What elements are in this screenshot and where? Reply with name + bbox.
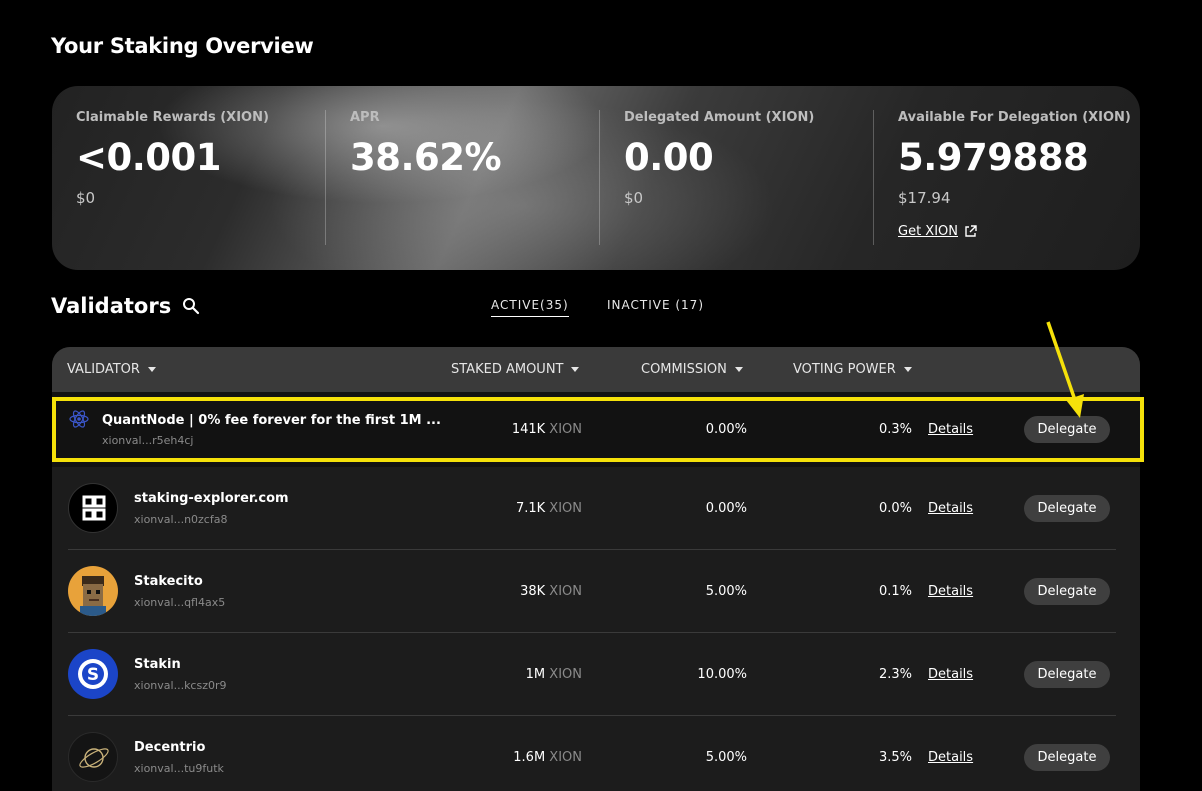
stat-value: 38.62% bbox=[350, 136, 502, 179]
sort-caret-icon bbox=[571, 367, 580, 372]
staked-amount: 1.6M XION bbox=[513, 750, 582, 765]
stat-label: APR bbox=[350, 110, 380, 125]
tab-inactive[interactable]: INACTIVE (17) bbox=[607, 298, 704, 312]
search-icon bbox=[183, 298, 200, 315]
validator-name: Decentrio bbox=[134, 740, 206, 755]
delegate-button[interactable]: Delegate bbox=[1024, 661, 1110, 688]
commission-value: 5.00% bbox=[705, 584, 747, 599]
stat-label: Claimable Rewards (XION) bbox=[76, 110, 269, 125]
stat-usd-value: $0 bbox=[76, 189, 96, 207]
sort-caret-icon bbox=[147, 367, 156, 372]
stakecito-avatar bbox=[68, 566, 118, 616]
stat-label: Available For Delegation (XION) bbox=[898, 110, 1131, 125]
validator-address: xionval...qfl4ax5 bbox=[134, 596, 226, 609]
staked-value: 1.6M bbox=[513, 750, 546, 765]
pixel-character-icon bbox=[80, 576, 106, 616]
staked-value: 1M bbox=[525, 667, 546, 682]
voting-power-value: 2.3% bbox=[878, 667, 912, 682]
staked-amount: 7.1K XION bbox=[516, 501, 582, 516]
details-link[interactable]: Details bbox=[928, 501, 973, 516]
planet-icon bbox=[79, 748, 109, 768]
decentrio-avatar bbox=[68, 732, 118, 782]
staked-unit: XION bbox=[549, 667, 582, 682]
delegate-button[interactable]: Delegate bbox=[1024, 744, 1110, 771]
voting-power-value: 3.5% bbox=[878, 750, 912, 765]
column-label: COMMISSION bbox=[641, 362, 727, 377]
table-row[interactable]: Stakecito xionval...qfl4ax5 38K XION 5.0… bbox=[52, 550, 1140, 633]
voting-power-value: 0.1% bbox=[878, 584, 912, 599]
stat-divider bbox=[599, 110, 600, 245]
staked-unit: XION bbox=[549, 584, 582, 599]
staked-value: 38K bbox=[520, 584, 546, 599]
validator-name: Stakin bbox=[134, 657, 181, 672]
validator-name: staking-explorer.com bbox=[134, 491, 289, 506]
table-header: VALIDATOR STAKED AMOUNT COMMISSION VOTIN… bbox=[52, 347, 1140, 392]
column-label: STAKED AMOUNT bbox=[451, 362, 564, 377]
validator-column-header[interactable]: VALIDATOR bbox=[67, 362, 156, 377]
sort-caret-icon bbox=[903, 367, 912, 372]
details-link[interactable]: Details bbox=[928, 667, 973, 682]
staking-overview-card: Claimable Rewards (XION) <0.001 $0 APR 3… bbox=[52, 86, 1140, 270]
sort-caret-icon bbox=[734, 367, 743, 372]
page-title: Your Staking Overview bbox=[51, 34, 314, 58]
stat-value: 0.00 bbox=[624, 136, 714, 179]
column-label: VALIDATOR bbox=[67, 362, 140, 377]
stakin-avatar: S bbox=[68, 649, 118, 699]
staked-amount: 38K XION bbox=[520, 584, 582, 599]
details-link[interactable]: Details bbox=[928, 584, 973, 599]
validator-name: Stakecito bbox=[134, 574, 203, 589]
validator-address: xionval...kcsz0r9 bbox=[134, 679, 227, 692]
external-link-icon bbox=[965, 225, 977, 237]
stat-divider bbox=[325, 110, 326, 245]
tab-active[interactable]: ACTIVE(35) bbox=[491, 298, 569, 317]
stat-divider bbox=[873, 110, 874, 245]
annotation-arrow-icon bbox=[1046, 321, 1084, 418]
table-row[interactable]: Decentrio xionval...tu9futk 1.6M XION 5.… bbox=[52, 716, 1140, 791]
delegate-button[interactable]: Delegate bbox=[1024, 578, 1110, 605]
table-row[interactable]: staking-explorer.com xionval...n0zcfa8 7… bbox=[52, 467, 1140, 550]
details-link[interactable]: Details bbox=[928, 750, 973, 765]
voting-power-column-header[interactable]: VOTING POWER bbox=[793, 362, 912, 377]
stat-value: <0.001 bbox=[76, 136, 222, 179]
stat-usd-value: $17.94 bbox=[898, 189, 951, 207]
commission-column-header[interactable]: COMMISSION bbox=[641, 362, 743, 377]
staked-amount: 1M XION bbox=[526, 667, 582, 682]
validator-address: xionval...n0zcfa8 bbox=[134, 513, 228, 526]
staked-value: 7.1K bbox=[515, 501, 546, 516]
stakin-logo-icon: S bbox=[78, 659, 108, 689]
stat-usd-value: $0 bbox=[624, 189, 644, 207]
svg-text:S: S bbox=[87, 665, 99, 685]
table-row[interactable]: S Stakin xionval...kcsz0r9 1M XION 10.00… bbox=[52, 633, 1140, 716]
stat-value: 5.979888 bbox=[898, 136, 1089, 179]
commission-value: 0.00% bbox=[705, 501, 747, 516]
voting-power-value: 0.0% bbox=[878, 501, 912, 516]
commission-value: 10.00% bbox=[697, 667, 747, 682]
stat-label: Delegated Amount (XION) bbox=[624, 110, 815, 125]
validators-title: Validators bbox=[51, 294, 172, 318]
staking-explorer-avatar bbox=[68, 483, 118, 533]
get-xion-label: Get XION bbox=[898, 224, 958, 239]
get-xion-link[interactable]: Get XION bbox=[898, 224, 977, 239]
staked-amount-column-header[interactable]: STAKED AMOUNT bbox=[451, 362, 580, 377]
staked-unit: XION bbox=[549, 501, 582, 516]
column-label: VOTING POWER bbox=[793, 362, 896, 377]
cube-logo-icon bbox=[82, 495, 106, 521]
validator-address: xionval...tu9futk bbox=[134, 762, 224, 775]
delegate-button[interactable]: Delegate bbox=[1024, 495, 1110, 522]
search-button[interactable] bbox=[181, 296, 201, 316]
highlight-annotation-box bbox=[52, 397, 1144, 462]
staked-unit: XION bbox=[549, 750, 582, 765]
commission-value: 5.00% bbox=[705, 750, 747, 765]
